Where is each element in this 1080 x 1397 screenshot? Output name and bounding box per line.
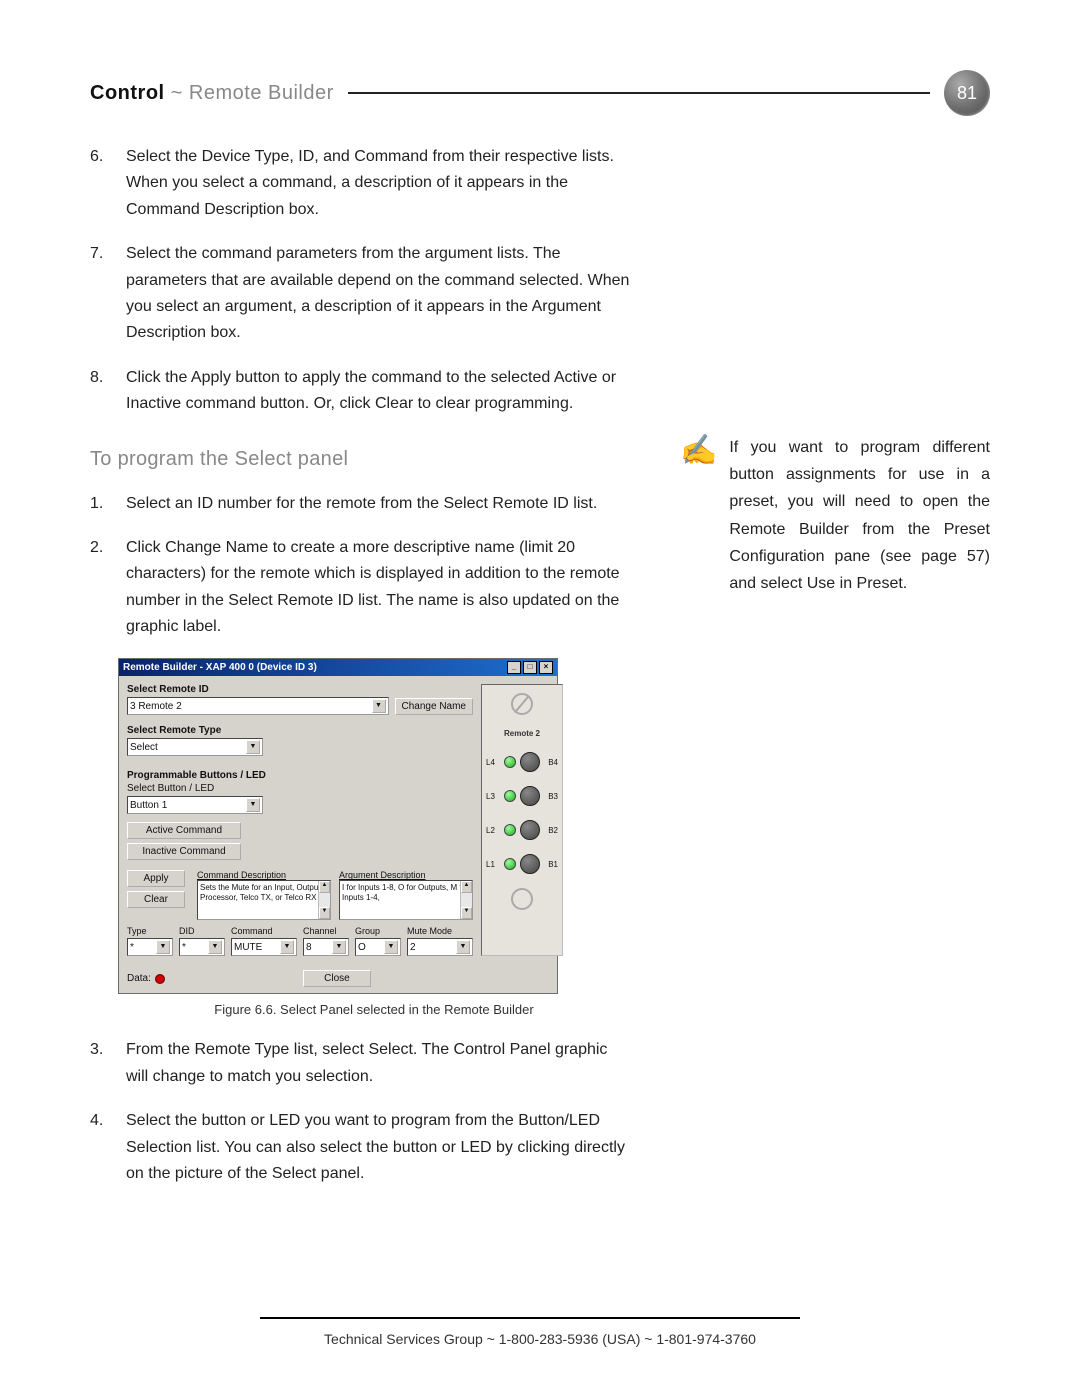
brand-icon-bottom [511,888,533,910]
remote-graphic: Remote 2 L4B4 L3B3 L2B2 L1B1 [481,684,563,956]
remote-builder-window: Remote Builder - XAP 400 0 (Device ID 3)… [118,658,558,994]
step-4: 4.Select the button or LED you want to p… [90,1108,630,1187]
command-description-box: Sets the Mute for an Input, Output, Proc… [197,880,331,920]
channel-dropdown[interactable]: 8▼ [303,938,349,956]
page-footer: Technical Services Group ~ 1-800-283-593… [0,1317,1080,1347]
status-label: Data: [127,973,151,984]
header-sub: Remote Builder [189,82,334,104]
header-sep: ~ [171,82,183,104]
hand-write-icon: ✍ [680,434,717,597]
change-name-button[interactable]: Change Name [395,698,473,715]
step-8: 8.Click the Apply button to apply the co… [90,365,630,418]
page-number-badge: 81 [944,70,990,116]
note-callout: ✍ If you want to program different butto… [680,434,990,597]
select-remote-type-label: Select Remote Type [127,725,473,736]
led-l1[interactable] [504,858,516,870]
step-6: 6.Select the Device Type, ID, and Comman… [90,144,630,223]
type-dropdown[interactable]: *▼ [127,938,173,956]
step-1: 1.Select an ID number for the remote fro… [90,491,630,517]
programmable-label: Programmable Buttons / LED [127,770,473,781]
manual-page: Control ~ Remote Builder 81 6.Select the… [0,0,1080,1397]
chevron-down-icon: ▼ [246,740,260,754]
inactive-command-button[interactable]: Inactive Command [127,843,241,860]
status-indicator-icon [155,974,165,984]
step-7: 7.Select the command parameters from the… [90,241,630,347]
active-command-button[interactable]: Active Command [127,822,241,839]
scrollbar[interactable]: ▲▼ [460,881,472,919]
button-b4[interactable] [520,752,540,772]
scrollbar[interactable]: ▲▼ [318,881,330,919]
close-x-button[interactable]: × [539,661,553,674]
close-button[interactable]: Close [303,970,371,987]
argument-description-box: I for Inputs 1-8, O for Outputs, M for I… [339,880,473,920]
led-l4[interactable] [504,756,516,768]
note-text: If you want to program different button … [729,434,990,597]
section-heading: To program the Select panel [90,448,630,471]
footer-text: Technical Services Group ~ 1-800-283-593… [324,1331,756,1347]
window-title: Remote Builder - XAP 400 0 (Device ID 3) [123,662,317,673]
button-b1[interactable] [520,854,540,874]
button-b2[interactable] [520,820,540,840]
remote-label: Remote 2 [504,729,540,738]
header-section: Control [90,82,165,104]
select-remote-id-label: Select Remote ID [127,684,473,695]
led-l3[interactable] [504,790,516,802]
select-button-label: Select Button / LED [127,783,473,794]
step-3: 3.From the Remote Type list, select Sele… [90,1037,630,1090]
select-remote-type-dropdown[interactable]: Select▼ [127,738,263,756]
clear-button[interactable]: Clear [127,891,185,908]
brand-icon [511,693,533,715]
argument-description-label: Argument Description [339,870,473,880]
command-dropdown[interactable]: MUTE▼ [231,938,297,956]
mute-mode-dropdown[interactable]: 2▼ [407,938,473,956]
chevron-down-icon: ▼ [372,699,386,713]
window-titlebar: Remote Builder - XAP 400 0 (Device ID 3)… [119,659,557,676]
steps-continuation: 6.Select the Device Type, ID, and Comman… [90,144,630,418]
apply-button[interactable]: Apply [127,870,185,887]
did-dropdown[interactable]: *▼ [179,938,225,956]
step-2: 2.Click Change Name to create a more des… [90,535,630,641]
figure-caption: Figure 6.6. Select Panel selected in the… [118,1002,630,1017]
group-dropdown[interactable]: O▼ [355,938,401,956]
select-button-dropdown[interactable]: Button 1▼ [127,796,263,814]
led-l2[interactable] [504,824,516,836]
maximize-button[interactable]: □ [523,661,537,674]
select-remote-id-dropdown[interactable]: 3 Remote 2▼ [127,697,389,715]
select-panel-steps-cont: 3.From the Remote Type list, select Sele… [90,1037,630,1187]
breadcrumb: Control ~ Remote Builder [90,82,334,105]
chevron-down-icon: ▼ [246,798,260,812]
minimize-button[interactable]: _ [507,661,521,674]
select-panel-steps: 1.Select an ID number for the remote fro… [90,491,630,641]
page-header: Control ~ Remote Builder 81 [90,70,990,116]
header-rule [348,92,930,94]
button-b3[interactable] [520,786,540,806]
command-description-label: Command Description [197,870,331,880]
